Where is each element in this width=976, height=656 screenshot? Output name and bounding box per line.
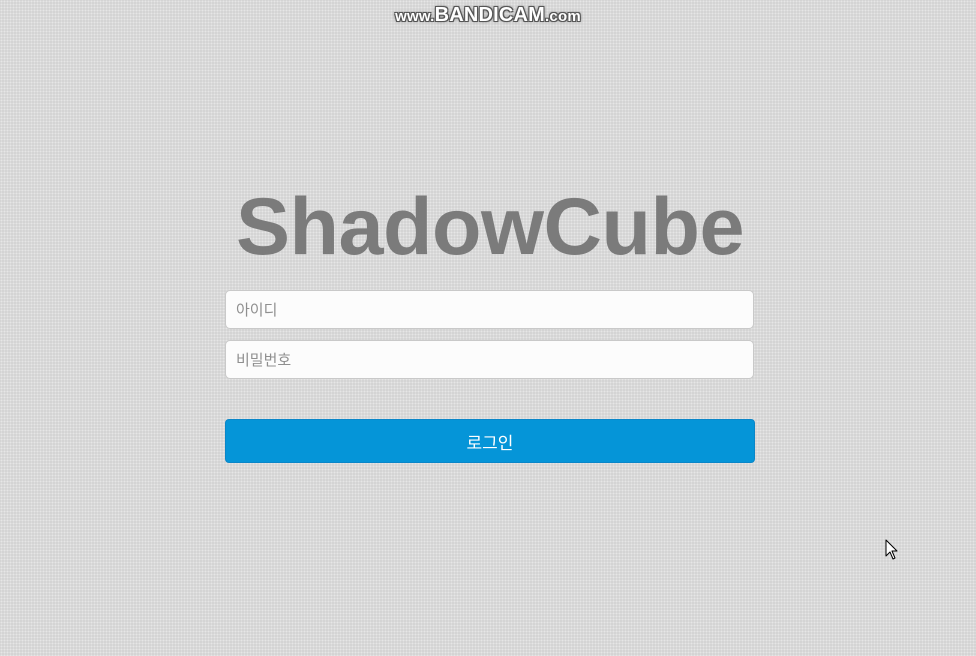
password-input[interactable] bbox=[225, 340, 754, 379]
login-button[interactable]: 로그인 bbox=[225, 419, 755, 463]
username-input[interactable] bbox=[225, 290, 754, 329]
login-form: ShadowCube 로그인 bbox=[225, 180, 755, 463]
watermark-suffix: .com bbox=[545, 8, 581, 25]
recorder-watermark: www.BANDICAM.com bbox=[0, 4, 976, 27]
watermark-prefix: www. bbox=[395, 8, 435, 25]
mouse-pointer-icon bbox=[885, 539, 898, 560]
watermark-brand: BANDICAM bbox=[434, 4, 546, 26]
app-title: ShadowCube bbox=[235, 182, 745, 272]
